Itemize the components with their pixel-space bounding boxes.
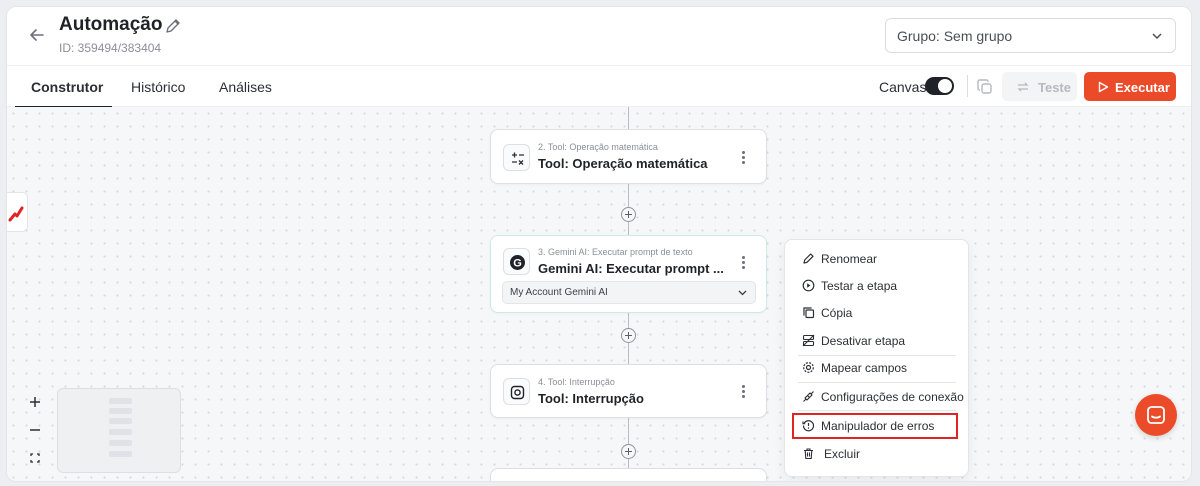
page-title: Automação <box>59 14 163 35</box>
run-button-label: Executar <box>1115 80 1170 95</box>
group-select[interactable]: Grupo: Sem grupo <box>885 18 1176 53</box>
menu-divider <box>798 410 956 411</box>
more-options-icon[interactable] <box>742 256 746 270</box>
minimap-node <box>109 440 132 446</box>
step-subtitle: 2. Tool: Operação matemática <box>538 142 658 152</box>
fit-view-button[interactable] <box>21 445 49 471</box>
menu-item-label: Renomear <box>821 252 878 266</box>
calculator-icon <box>503 144 530 171</box>
chevron-down-icon <box>1152 33 1162 40</box>
tab-analises[interactable]: Análises <box>219 79 272 95</box>
more-options-icon[interactable] <box>742 151 746 165</box>
pencil-icon[interactable] <box>164 17 182 35</box>
canvas-toggle[interactable] <box>925 77 954 95</box>
plus-icon <box>30 397 40 407</box>
swap-icon <box>1017 82 1029 92</box>
chat-icon <box>1147 406 1165 424</box>
gear-icon <box>803 362 814 373</box>
step-context-menu: Renomear Testar a etapa Cópia Desativar … <box>784 239 969 477</box>
menu-item-renomear[interactable]: Renomear <box>785 246 968 272</box>
workflow-step[interactable]: 4. Tool: Interrupção Tool: Interrupção <box>490 364 767 418</box>
brand-logo[interactable] <box>7 192 28 232</box>
menu-item-label: Desativar etapa <box>821 334 906 348</box>
pencil-icon <box>803 253 814 264</box>
add-step-button[interactable] <box>621 444 636 459</box>
step-title: Tool: Interrupção <box>538 391 644 406</box>
automation-id: ID: 359494/383404 <box>59 41 162 55</box>
chevron-down-icon <box>738 290 747 296</box>
minimap-node <box>109 398 132 404</box>
menu-item-testar[interactable]: Testar a etapa <box>785 273 968 299</box>
zoom-in-button[interactable] <box>21 389 49 415</box>
zoom-out-button[interactable] <box>21 417 49 443</box>
workflow-canvas[interactable]: 2. Tool: Operação matemática Tool: Opera… <box>7 107 1191 481</box>
step-subtitle: 3. Gemini AI: Executar prompt de texto <box>538 247 693 257</box>
menu-item-desativar[interactable]: Desativar etapa <box>785 328 968 354</box>
workflow-step[interactable] <box>490 468 767 481</box>
menu-item-label: Cópia <box>821 306 853 320</box>
step-subtitle: 4. Tool: Interrupção <box>538 377 615 387</box>
workflow-step[interactable]: G 3. Gemini AI: Executar prompt de texto… <box>490 235 767 313</box>
canvas-label: Canvas <box>879 79 927 95</box>
header: Automação ID: 359494/383404 Grupo: Sem g… <box>7 7 1191 65</box>
menu-item-label: Testar a etapa <box>821 279 898 293</box>
menu-item-mapear[interactable]: Mapear campos <box>785 355 968 381</box>
fullscreen-icon <box>30 453 40 463</box>
test-button-label: Teste <box>1038 80 1071 95</box>
step-title: Tool: Operação matemática <box>538 156 708 171</box>
run-button[interactable]: Executar <box>1084 72 1176 101</box>
workflow-step[interactable]: 2. Tool: Operação matemática Tool: Opera… <box>490 129 767 184</box>
menu-item-label: Mapear campos <box>821 361 908 375</box>
step-title: Gemini AI: Executar prompt ... <box>538 261 724 276</box>
add-step-button[interactable] <box>621 328 636 343</box>
menu-item-conexao[interactable]: Configurações de conexão <box>785 384 968 410</box>
disable-icon <box>802 334 815 347</box>
tabs-bar: Construtor Histórico Análises Canvas Tes… <box>7 65 1191 108</box>
test-button[interactable]: Teste <box>1002 72 1077 101</box>
trash-icon <box>804 448 813 460</box>
divider <box>967 75 968 97</box>
more-options-icon[interactable] <box>742 385 746 399</box>
play-icon <box>1098 81 1109 93</box>
minimap-node <box>109 429 132 435</box>
add-step-button[interactable] <box>621 207 636 222</box>
minimap[interactable] <box>57 388 181 473</box>
tab-historico[interactable]: Histórico <box>131 79 185 95</box>
menu-item-label: Excluir <box>824 447 861 461</box>
arrow-left-icon[interactable] <box>27 25 47 45</box>
menu-item-copia[interactable]: Cópia <box>785 300 968 326</box>
chat-support-button[interactable] <box>1135 394 1177 436</box>
minimap-node <box>109 418 132 424</box>
menu-item-label: Configurações de conexão <box>821 390 964 404</box>
copy-icon[interactable] <box>976 78 994 96</box>
error-handler-icon <box>802 420 815 432</box>
menu-item-excluir[interactable]: Excluir <box>785 441 968 467</box>
stop-icon <box>503 378 530 405</box>
play-circle-icon <box>802 279 815 292</box>
minimap-node <box>109 408 132 414</box>
group-select-value: Grupo: Sem grupo <box>897 28 1013 44</box>
plug-icon <box>803 391 814 402</box>
minus-icon <box>30 429 40 431</box>
svg-text:G: G <box>513 258 522 270</box>
tab-construtor[interactable]: Construtor <box>31 79 103 95</box>
app-window: Automação ID: 359494/383404 Grupo: Sem g… <box>6 6 1192 482</box>
menu-item-manipulador-erros[interactable]: Manipulador de erros <box>792 413 958 439</box>
menu-item-label: Manipulador de erros <box>821 419 935 433</box>
account-select-value: My Account Gemini AI <box>510 287 608 298</box>
menu-divider <box>798 382 956 383</box>
connector-line <box>628 107 629 129</box>
brand-logo-icon <box>8 206 24 222</box>
gemini-logo-icon: G <box>503 248 530 275</box>
minimap-node <box>109 451 132 457</box>
account-select[interactable]: My Account Gemini AI <box>502 281 756 304</box>
copy-icon <box>803 307 815 319</box>
